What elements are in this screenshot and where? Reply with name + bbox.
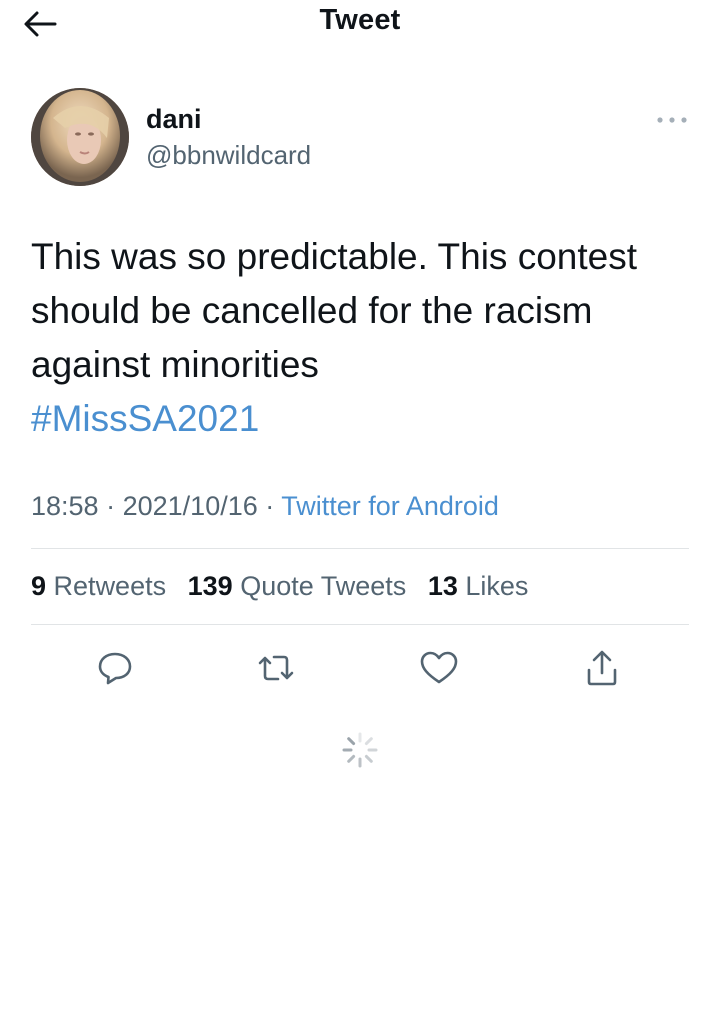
author-name[interactable]: dani (146, 104, 202, 135)
like-button[interactable] (417, 646, 461, 690)
author-handle[interactable]: @bbnwildcard (146, 140, 311, 171)
retweets-stat[interactable]: 9 Retweets (31, 571, 166, 602)
tweet-time: 18:58 (31, 491, 99, 521)
retweet-icon (258, 655, 294, 681)
action-bar (0, 646, 720, 690)
tweet-body: This was so predictable. This contest sh… (31, 236, 637, 385)
retweets-count: 9 (31, 571, 47, 601)
loading-spinner-icon (342, 732, 378, 768)
tweet-date: 2021/10/16 (122, 491, 258, 521)
share-button[interactable] (580, 646, 624, 690)
tweet-source-link[interactable]: Twitter for Android (281, 491, 499, 521)
divider (31, 548, 689, 549)
avatar[interactable] (31, 88, 129, 186)
avatar-image (31, 88, 129, 186)
likes-stat[interactable]: 13 Likes (428, 571, 529, 602)
reply-button[interactable] (93, 646, 137, 690)
tweet-text: This was so predictable. This contest sh… (31, 230, 691, 446)
hashtag-link[interactable]: #MissSA2021 (31, 398, 259, 439)
tweet-metadata: 18:58 · 2021/10/16 · Twitter for Android (31, 491, 499, 522)
likes-count: 13 (427, 571, 458, 601)
divider (31, 624, 689, 625)
meta-separator: · (106, 491, 116, 521)
like-icon (420, 651, 458, 684)
header-bar: Tweet (0, 0, 720, 48)
more-dots-icon (657, 117, 687, 123)
quote-tweets-stat[interactable]: 139 Quote Tweets (188, 571, 407, 602)
meta-separator: · (265, 491, 275, 521)
more-options-button[interactable] (652, 108, 692, 132)
page-title: Tweet (319, 4, 401, 36)
tweet-stats: 9 Retweets 139 Quote Tweets 13 Likes (31, 571, 542, 602)
reply-icon (98, 652, 132, 685)
retweets-label: Retweets (53, 571, 167, 601)
quote-tweets-label: Quote Tweets (240, 571, 407, 601)
quote-tweets-count: 139 (187, 571, 233, 601)
likes-label: Likes (465, 571, 529, 601)
share-icon (587, 650, 617, 686)
retweet-button[interactable] (254, 646, 298, 690)
